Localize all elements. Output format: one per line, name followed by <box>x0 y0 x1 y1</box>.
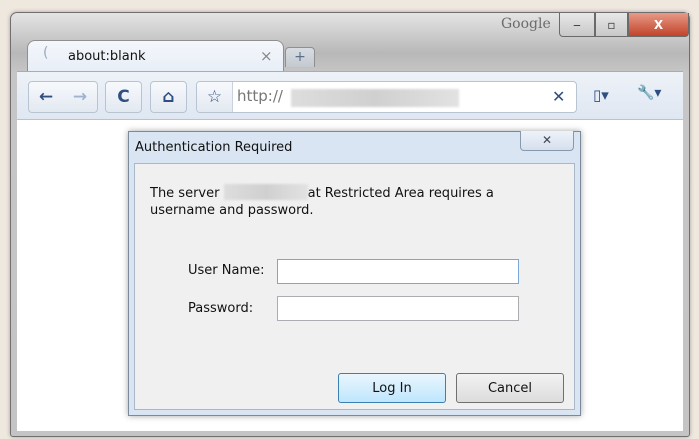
home-icon: ⌂ <box>162 87 175 107</box>
message-suffix: at Restricted Area requires a <box>307 186 494 201</box>
back-button[interactable]: ← <box>39 87 53 107</box>
loading-spinner-icon: ( <box>43 45 49 61</box>
password-input[interactable] <box>277 296 519 321</box>
close-icon: X <box>653 17 664 32</box>
dialog-message-line2: username and password. <box>150 203 314 218</box>
brand-label: Google <box>501 16 551 32</box>
reload-icon: C <box>117 87 130 107</box>
redacted-url <box>291 89 459 107</box>
cancel-button[interactable]: Cancel <box>456 373 564 403</box>
tab-close-icon[interactable]: × <box>260 47 273 65</box>
dialog-message: The server at Restricted Area requires a <box>150 184 494 201</box>
maximize-button[interactable]: ▫ <box>595 13 628 37</box>
forward-button[interactable]: → <box>73 87 87 107</box>
url-text[interactable]: http:// <box>237 87 283 105</box>
tab-title: about:blank <box>68 49 146 64</box>
nav-buttons: ← → <box>28 81 98 113</box>
dialog-close-button[interactable]: ✕ <box>520 131 574 151</box>
bookmark-star-icon[interactable]: ☆ <box>197 82 233 112</box>
cancel-label: Cancel <box>487 380 533 396</box>
login-label: Log In <box>372 380 412 396</box>
minimize-icon: ‒ <box>573 17 581 32</box>
minimize-button[interactable]: ‒ <box>559 13 595 37</box>
page-menu-button[interactable]: ▯▾ <box>593 86 609 104</box>
username-input[interactable] <box>277 259 519 284</box>
auth-dialog: Authentication Required ✕ The server at … <box>128 131 581 416</box>
password-label: Password: <box>188 301 254 316</box>
tab-about-blank[interactable]: ( about:blank × <box>27 40 284 72</box>
close-window-button[interactable]: X <box>628 13 689 37</box>
login-button[interactable]: Log In <box>338 373 446 403</box>
close-icon: ✕ <box>541 133 553 147</box>
message-prefix: The server <box>150 186 220 201</box>
dialog-title: Authentication Required <box>135 140 293 155</box>
maximize-icon: ▫ <box>607 17 616 32</box>
plus-icon: + <box>294 49 306 65</box>
stop-icon[interactable]: ✕ <box>552 87 565 106</box>
redacted-server <box>223 184 308 200</box>
dialog-body: The server at Restricted Area requires a… <box>134 163 575 410</box>
reload-button[interactable]: C <box>105 81 142 113</box>
new-tab-button[interactable]: + <box>285 47 315 67</box>
address-bar[interactable]: ☆ http:// ✕ <box>196 81 577 113</box>
toolbar: ← → C ⌂ ☆ http:// ✕ ▯▾ 🔧▾ <box>17 71 683 119</box>
home-button[interactable]: ⌂ <box>150 81 187 113</box>
wrench-menu-button[interactable]: 🔧▾ <box>637 85 661 101</box>
username-label: User Name: <box>188 263 265 278</box>
